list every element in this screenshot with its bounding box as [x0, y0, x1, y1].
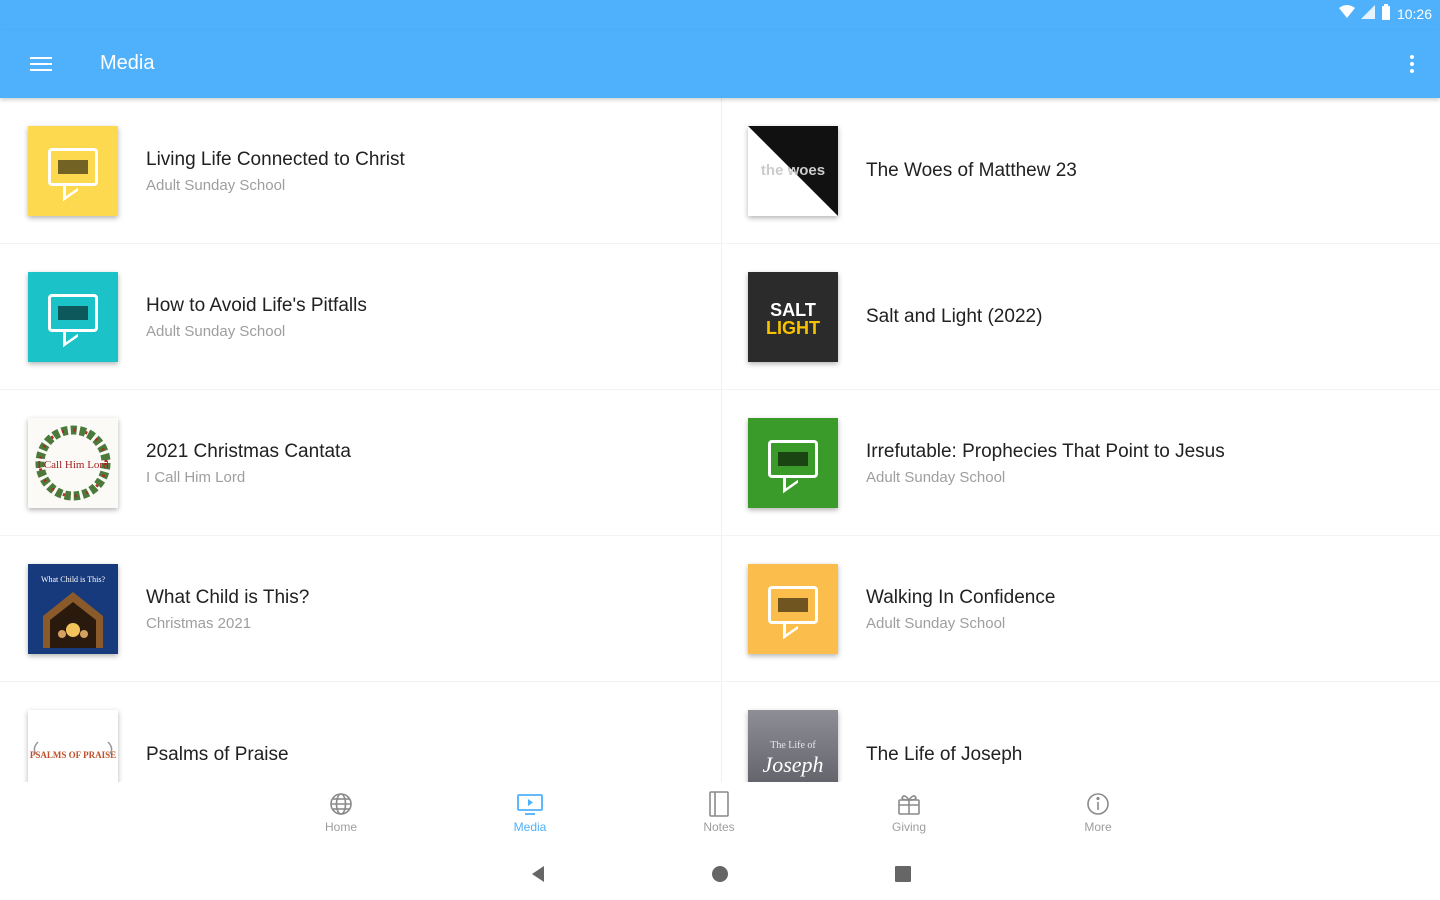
tab-more[interactable]: More: [1053, 790, 1143, 834]
chat-bubble-icon: [48, 294, 98, 332]
media-item[interactable]: the woes The Woes of Matthew 23: [720, 98, 1440, 244]
tab-notes[interactable]: Notes: [674, 790, 764, 834]
thumbnail-text: LIGHT: [766, 318, 820, 338]
tab-giving[interactable]: Giving: [864, 790, 954, 834]
tab-label: Home: [324, 820, 357, 834]
nativity-icon: What Child is This?: [41, 575, 106, 648]
joseph-icon: The Life of Joseph: [762, 740, 823, 777]
page-title: Media: [100, 52, 155, 74]
series-thumbnail: [748, 564, 838, 654]
wifi-icon: [1338, 5, 1355, 22]
gift-icon: [864, 790, 954, 818]
series-thumbnail: SALT LIGHT: [748, 272, 838, 362]
series-thumbnail: The Life of Joseph: [748, 710, 838, 782]
signal-icon: [1360, 5, 1375, 22]
media-title: How to Avoid Life's Pitfalls: [146, 294, 367, 316]
media-subtitle: Christmas 2021: [146, 614, 252, 632]
wreath-icon: I Call Him Lord: [35, 425, 111, 501]
tab-label: More: [1084, 820, 1112, 834]
tab-label: Giving: [891, 820, 926, 834]
thumbnail-text: SALT: [770, 300, 816, 320]
thumbnail-text: Joseph: [762, 752, 823, 777]
globe-icon: [296, 790, 386, 818]
media-subtitle: Adult Sunday School: [146, 322, 286, 340]
tab-label: Media: [513, 820, 547, 834]
series-thumbnail: [748, 418, 838, 508]
thumbnail-text: the woes: [761, 162, 825, 179]
thumbnail-text: What Child is This?: [41, 575, 106, 584]
series-thumbnail: [28, 272, 118, 362]
series-thumbnail: the woes: [748, 126, 838, 216]
tab-label: Notes: [703, 820, 735, 834]
media-title: What Child is This?: [146, 586, 310, 608]
media-item[interactable]: I Call Him Lord 2021 Christmas Cantata I…: [0, 390, 720, 536]
media-title: Living Life Connected to Christ: [146, 148, 405, 170]
series-thumbnail: PSALMS OF PRAISE: [28, 710, 118, 782]
menu-icon[interactable]: [24, 50, 58, 78]
recents-square-icon[interactable]: [891, 862, 915, 886]
media-subtitle: Adult Sunday School: [866, 468, 1006, 486]
praise-icon: PSALMS OF PRAISE: [30, 741, 116, 760]
media-title: Salt and Light (2022): [866, 306, 1043, 327]
tab-home[interactable]: Home: [296, 790, 386, 834]
monitor-play-icon: [485, 790, 575, 818]
salt-light-icon: SALT LIGHT: [766, 300, 820, 338]
chat-bubble-icon: [768, 586, 818, 624]
chat-bubble-icon: [48, 148, 98, 186]
clock: 10:26: [1396, 5, 1432, 22]
media-item[interactable]: SALT LIGHT Salt and Light (2022): [720, 244, 1440, 390]
thumbnail-text: The Life of: [770, 740, 816, 751]
status-bar: 10:26: [0, 0, 1440, 30]
media-title: The Life of Joseph: [866, 744, 1023, 765]
tab-media[interactable]: Media: [485, 790, 575, 834]
info-icon: [1053, 790, 1143, 818]
media-item[interactable]: Living Life Connected to Christ Adult Su…: [0, 98, 720, 244]
thumbnail-text: PSALMS OF PRAISE: [30, 750, 116, 760]
media-item[interactable]: What Child is This? What Child is This? …: [0, 536, 720, 682]
chat-bubble-icon: [768, 440, 818, 478]
series-thumbnail: [28, 126, 118, 216]
back-icon[interactable]: [526, 862, 550, 886]
media-item[interactable]: Walking In Confidence Adult Sunday Schoo…: [720, 536, 1440, 682]
bottom-navigation: Home Media Notes Giving More: [0, 782, 1440, 844]
home-circle-icon[interactable]: [708, 862, 732, 886]
media-title: 2021 Christmas Cantata: [146, 440, 351, 462]
notebook-icon: [674, 790, 764, 818]
media-title: The Woes of Matthew 23: [866, 160, 1077, 181]
media-subtitle: I Call Him Lord: [146, 468, 246, 486]
media-item[interactable]: The Life of Joseph The Life of Joseph: [720, 682, 1440, 782]
app-bar: Media: [0, 30, 1440, 98]
overflow-menu-icon[interactable]: [1406, 52, 1418, 76]
series-thumbnail: What Child is This?: [28, 564, 118, 654]
thumbnail-text: I Call Him Lord: [37, 459, 109, 471]
media-item[interactable]: How to Avoid Life's Pitfalls Adult Sunda…: [0, 244, 720, 390]
system-navigation-bar: [0, 844, 1440, 900]
media-title: Psalms of Praise: [146, 744, 289, 765]
media-title: Irrefutable: Prophecies That Point to Je…: [866, 440, 1225, 462]
media-item[interactable]: PSALMS OF PRAISE Psalms of Praise: [0, 682, 720, 782]
series-thumbnail: I Call Him Lord: [28, 418, 118, 508]
woes-icon: the woes: [748, 126, 838, 216]
battery-icon: [1381, 4, 1391, 23]
media-title: Walking In Confidence: [866, 586, 1056, 608]
media-subtitle: Adult Sunday School: [866, 614, 1006, 632]
media-item[interactable]: Irrefutable: Prophecies That Point to Je…: [720, 390, 1440, 536]
media-subtitle: Adult Sunday School: [146, 176, 286, 194]
media-list: Living Life Connected to Christ Adult Su…: [0, 98, 1440, 782]
